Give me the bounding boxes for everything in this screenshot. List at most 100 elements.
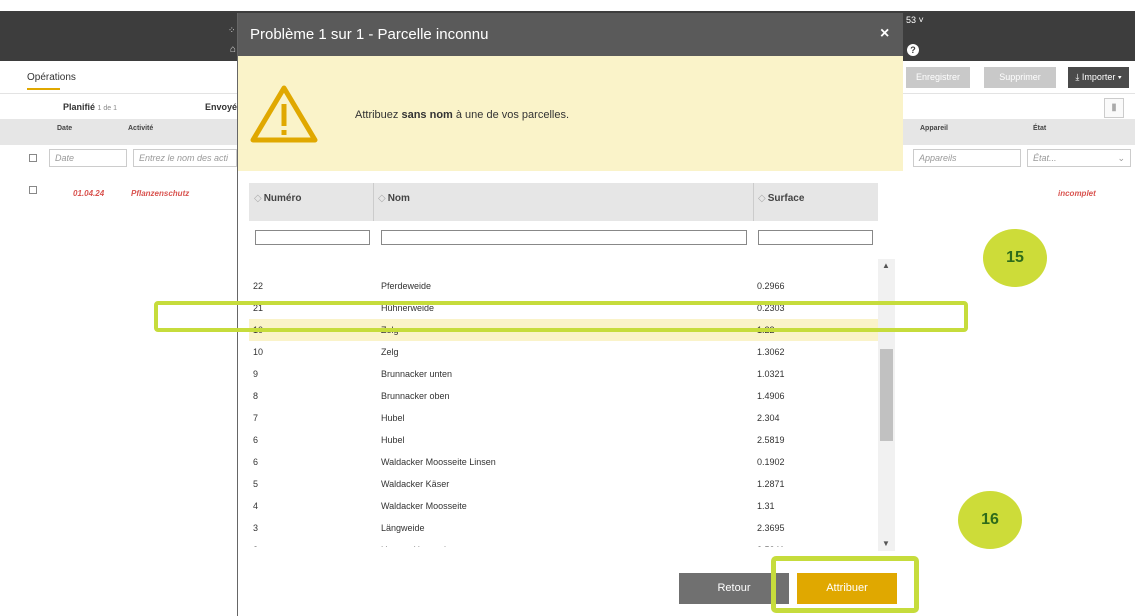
save-button[interactable]: Enregistrer [906, 67, 970, 88]
parcel-number: 22 [253, 281, 264, 291]
warning-parcel-name: sans nom [401, 109, 453, 121]
import-label: Importer ▾ [1081, 72, 1122, 82]
parcel-number: 8 [253, 391, 259, 401]
scroll-thumb[interactable] [880, 349, 893, 441]
subtab-planned-label: Planifié [63, 102, 96, 112]
col-date[interactable]: Date [57, 125, 72, 132]
parcel-row[interactable]: 6 Waldacker Moosseite Linsen 0.1902 [249, 451, 878, 473]
close-icon[interactable]: × [880, 25, 889, 43]
parcel-name: Hubel [381, 413, 405, 423]
parcel-number: 5 [253, 479, 259, 489]
nav-icon[interactable]: ⁘ [228, 25, 236, 36]
subtab-planned[interactable]: Planifié 1 de 1 [63, 102, 117, 112]
parcel-name: Brunnacker unten [381, 369, 453, 379]
column-divider [753, 183, 754, 221]
row-activity[interactable]: Pflanzenschutz [131, 189, 189, 198]
parcel-name: Längweide [381, 523, 425, 533]
parcel-surface: 2.3695 [757, 523, 785, 533]
parcel-row[interactable]: 9 Brunnacker unten 1.0321 [249, 363, 878, 385]
parcel-number: 6 [253, 457, 259, 467]
name-filter-input[interactable] [381, 230, 747, 245]
sort-icon: ◇ [378, 193, 386, 204]
import-button[interactable]: ⤓ Importer ▾ [1068, 67, 1129, 88]
parcel-surface: 1.31 [757, 501, 775, 511]
parcel-row[interactable]: 2 Unterer Hausacker 2.5241 [249, 539, 878, 547]
tab-operations[interactable]: Opérations [27, 72, 76, 83]
col-surface[interactable]: ◇ Surface [758, 193, 804, 204]
parcel-number: 10 [253, 347, 264, 357]
step-badge-16: 16 [958, 491, 1022, 549]
col-name[interactable]: ◇ Nom [378, 193, 410, 204]
parcel-name: Waldacker Moosseite [381, 501, 467, 511]
scroll-up-icon[interactable]: ▲ [882, 261, 890, 270]
parcel-row[interactable]: 4 Waldacker Moosseite 1.31 [249, 495, 878, 517]
home-icon[interactable]: ⌂ [230, 44, 236, 55]
parcel-surface: 2.304 [757, 413, 780, 423]
pdf-icon[interactable]: ▮ [1104, 98, 1124, 118]
parcel-number: 7 [253, 413, 259, 423]
parcel-surface: 2.5819 [757, 435, 785, 445]
parcel-name: Unterer Hausacker [381, 545, 457, 547]
col-name-label: Nom [387, 193, 410, 204]
date-filter[interactable]: Date [49, 149, 127, 167]
subtab-planned-count: 1 de 1 [97, 105, 117, 112]
parcel-name: Zelg [381, 347, 399, 357]
warning-message: Attribuez sans nom à une de vos parcelle… [355, 109, 569, 121]
surface-filter-input[interactable] [758, 230, 873, 245]
highlight-frame-row [154, 301, 968, 332]
parcel-name: Waldacker Käser [381, 479, 450, 489]
parcel-number: 2 [253, 545, 258, 547]
warning-banner: Attribuez sans nom à une de vos parcelle… [238, 56, 903, 171]
device-filter[interactable]: Appareils [913, 149, 1021, 167]
dialog-header: Problème 1 sur 1 - Parcelle inconnu × [238, 13, 903, 56]
col-activity[interactable]: Activité [128, 125, 153, 132]
parcel-surface: 0.1902 [757, 457, 785, 467]
select-all-checkbox[interactable] [29, 154, 37, 162]
parcel-row[interactable]: 8 Brunnacker oben 1.4906 [249, 385, 878, 407]
col-number-label: Numéro [263, 193, 302, 204]
activity-filter[interactable]: Entrez le nom des acti [133, 149, 237, 167]
col-device[interactable]: Appareil [920, 125, 948, 132]
subtab-sent[interactable]: Envoyé [205, 102, 237, 112]
col-state[interactable]: État [1033, 125, 1046, 132]
sort-icon: ◇ [254, 193, 262, 204]
row-date[interactable]: 01.04.24 [73, 189, 104, 198]
parcel-row[interactable]: 22 Pferdeweide 0.2966 [249, 275, 878, 297]
highlight-frame-button [771, 556, 919, 613]
parcel-number: 3 [253, 523, 259, 533]
parcel-name: Waldacker Moosseite Linsen [381, 457, 496, 467]
parcel-row[interactable]: 7 Hubel 2.304 [249, 407, 878, 429]
parcel-number: 6 [253, 435, 259, 445]
parcel-surface: 0.2966 [757, 281, 785, 291]
dialog-title: Problème 1 sur 1 - Parcelle inconnu [250, 26, 489, 43]
parcel-name: Pferdeweide [381, 281, 432, 291]
col-number[interactable]: ◇ Numéro [254, 193, 302, 204]
delete-button[interactable]: Supprimer [984, 67, 1056, 88]
parcel-surface: 1.3062 [757, 347, 785, 357]
row-checkbox[interactable] [29, 186, 37, 194]
parcel-grid-header: ◇ Numéro ◇ Nom ◇ Surface [249, 183, 878, 221]
state-filter[interactable]: État... ⌄ [1027, 149, 1131, 167]
parcel-surface: 2.5241 [757, 545, 785, 547]
sort-icon: ◇ [758, 193, 766, 204]
parcel-surface: 1.4906 [757, 391, 785, 401]
help-icon[interactable]: ? [907, 44, 919, 56]
row-state[interactable]: incomplet [1058, 189, 1096, 198]
parcel-name: Hubel [381, 435, 405, 445]
column-divider [373, 183, 374, 221]
parcel-row[interactable]: 10 Zelg 1.3062 [249, 341, 878, 363]
parcel-name: Brunnacker oben [381, 391, 450, 401]
parcel-number: 9 [253, 369, 259, 379]
parcel-row[interactable]: 5 Waldacker Käser 1.2871 [249, 473, 878, 495]
col-surface-label: Surface [767, 193, 805, 204]
warning-suffix: à une de vos parcelles. [452, 109, 570, 121]
number-filter-input[interactable] [255, 230, 370, 245]
parcel-row[interactable]: 3 Längweide 2.3695 [249, 517, 878, 539]
step-badge-15: 15 [983, 229, 1047, 287]
warning-prefix: Attribuez [355, 109, 402, 121]
scroll-down-icon[interactable]: ▼ [882, 539, 890, 548]
chevron-down-icon: ⌄ [1117, 153, 1125, 163]
user-menu[interactable]: 53 ˅ [906, 15, 924, 25]
state-filter-placeholder: État... [1033, 153, 1057, 163]
parcel-row[interactable]: 6 Hubel 2.5819 [249, 429, 878, 451]
